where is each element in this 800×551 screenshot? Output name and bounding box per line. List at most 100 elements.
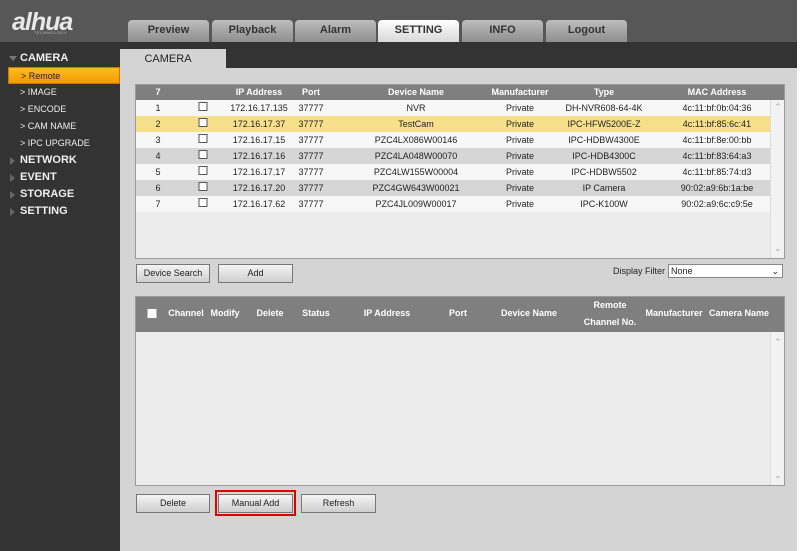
table-row[interactable]: 6 172.16.17.20 37777 PZC4GW643W00021 Private… [136,180,770,196]
table-cell: 172.16.17.20 [232,183,286,193]
header-camera-name: Camera Name [708,308,770,318]
manual-add-button[interactable]: Manual Add [218,494,293,513]
sidebar-item-remote[interactable]: > Remote [8,67,120,84]
row-checkbox[interactable] [198,150,208,159]
row-checkbox[interactable] [198,182,208,191]
table-cell: TestCam [398,119,434,129]
table-cell: Private [505,103,535,113]
sidebar-item-cam-name[interactable]: > CAM NAME [0,118,120,135]
row-checkbox[interactable] [198,198,208,207]
table-cell: 172.16.17.37 [232,119,286,129]
add-button[interactable]: Add [218,264,293,283]
header-ip: IP Address [235,87,283,97]
scrollbar[interactable]: ⌃ ⌄ [770,100,784,258]
table-row[interactable]: 5 172.16.17.17 37777 PZC4LW155W00004 Private… [136,164,770,180]
content-tab-camera[interactable]: CAMERA [120,49,226,69]
chevron-right-icon: > [20,121,28,131]
nav-tab-alarm[interactable]: Alarm [295,20,376,42]
table-cell: 90:02:a9:6c:c9:5e [681,199,753,209]
logo-subtitle: TECHNOLOGY [34,30,68,35]
table-cell: Private [505,183,535,193]
table-cell: 4c:11:bf:0b:04:36 [682,103,752,113]
nav-tab-setting[interactable]: SETTING [378,20,459,42]
sidebar-section-network[interactable]: NETWORK [0,152,120,169]
table-cell: 172.16.17.16 [232,151,286,161]
table-row[interactable]: 7 172.16.17.62 37777 PZC4JL009W00017 Private… [136,196,770,212]
table-header: 7 IP Address Port Device Name Manufactur… [136,85,784,100]
chevron-right-icon: > [20,87,28,97]
table-cell: PZC4GW643W00021 [372,183,460,193]
table-row[interactable]: 2 172.16.17.37 37777 TestCam Private IPC-HFW5… [136,116,770,132]
triangle-right-icon [10,157,15,165]
scroll-down-icon[interactable]: ⌄ [774,470,782,481]
sidebar-item-image[interactable]: > IMAGE [0,84,120,101]
row-checkbox[interactable] [198,166,208,175]
header-port: Port [449,308,467,318]
filter-value: None [671,266,693,276]
nav-tab-logout[interactable]: Logout [546,20,627,42]
table-cell: IPC-HDBW4300E [568,135,640,145]
header-port: Port [302,87,320,97]
table-cell: Private [505,119,535,129]
row-checkbox[interactable] [198,134,208,143]
sidebar-label: CAM NAME [27,121,77,131]
table-cell: 37777 [298,167,324,177]
table-cell: 3 [155,135,161,145]
table-cell: PZC4LA048W00070 [374,151,458,161]
header-modify: Modify [210,308,240,318]
sidebar-section-camera[interactable]: CAMERA [0,50,120,67]
header-manufacturer: Manufacturer [491,87,549,97]
nav-tab-info[interactable]: INFO [462,20,543,42]
table-cell: 2 [155,119,161,129]
table-cell: 4c:11:bf:8e:00:bb [682,135,752,145]
table-cell: DH-NVR608-64-4K [565,103,643,113]
sidebar-label: SETTING [20,205,68,217]
header-channel-no: Channel No. [583,317,637,327]
header-count: 7 [155,87,161,97]
table-cell: 172.16.17.15 [232,135,286,145]
sidebar-section-event[interactable]: EVENT [0,169,120,186]
sidebar-item-ipc-upgrade[interactable]: > IPC UPGRADE [0,135,120,152]
table-cell: 37777 [298,183,324,193]
table-cell: PZC4JL009W00017 [375,199,457,209]
table-cell: PZC4LW155W00004 [373,167,459,177]
nav-tab-playback[interactable]: Playback [212,20,293,42]
scroll-down-icon[interactable]: ⌄ [774,243,782,254]
delete-button[interactable]: Delete [136,494,210,513]
table-cell: Private [505,167,535,177]
table-row[interactable]: 3 172.16.17.15 37777 PZC4LX086W00146 Private… [136,132,770,148]
chevron-down-icon: ⌄ [771,266,779,276]
scroll-up-icon[interactable]: ⌃ [774,337,782,348]
table-cell: 37777 [298,119,324,129]
row-checkbox[interactable] [198,102,208,111]
table-row[interactable]: 4 172.16.17.16 37777 PZC4LA048W00070 Private… [136,148,770,164]
device-search-table: 7 IP Address Port Device Name Manufactur… [135,84,785,259]
sidebar-section-storage[interactable]: STORAGE [0,186,120,203]
added-devices-table: Channel Modify Delete Status IP Address … [135,296,785,486]
header-device-name: Device Name [387,87,445,97]
triangle-right-icon [10,208,15,216]
sidebar-label: ENCODE [27,104,67,114]
scrollbar[interactable]: ⌃ ⌄ [770,332,784,485]
table-cell: 172.16.17.62 [232,199,286,209]
sidebar-label: IPC UPGRADE [27,138,90,148]
sidebar-item-encode[interactable]: > ENCODE [0,101,120,118]
sidebar-section-setting[interactable]: SETTING [0,203,120,220]
header-manufacturer: Manufacturer [645,308,703,318]
header-type: Type [593,87,615,97]
table-cell: 37777 [298,135,324,145]
select-all-checkbox[interactable] [147,309,157,318]
refresh-button[interactable]: Refresh [301,494,376,513]
display-filter-select[interactable]: None ⌄ [668,264,783,278]
table-cell: IPC-HFW5200E-Z [567,119,641,129]
table-row[interactable]: 1 172.16.17.135 37777 NVR Private DH-NVR608-6… [136,100,770,116]
table-cell: 7 [155,199,161,209]
device-search-button[interactable]: Device Search [136,264,210,283]
table-cell: 37777 [298,103,324,113]
table-cell: 172.16.17.17 [232,167,286,177]
chevron-right-icon: > [20,138,28,148]
sidebar-label: EVENT [20,171,57,183]
nav-tab-preview[interactable]: Preview [128,20,209,42]
row-checkbox[interactable] [198,118,208,127]
scroll-up-icon[interactable]: ⌃ [774,102,782,113]
